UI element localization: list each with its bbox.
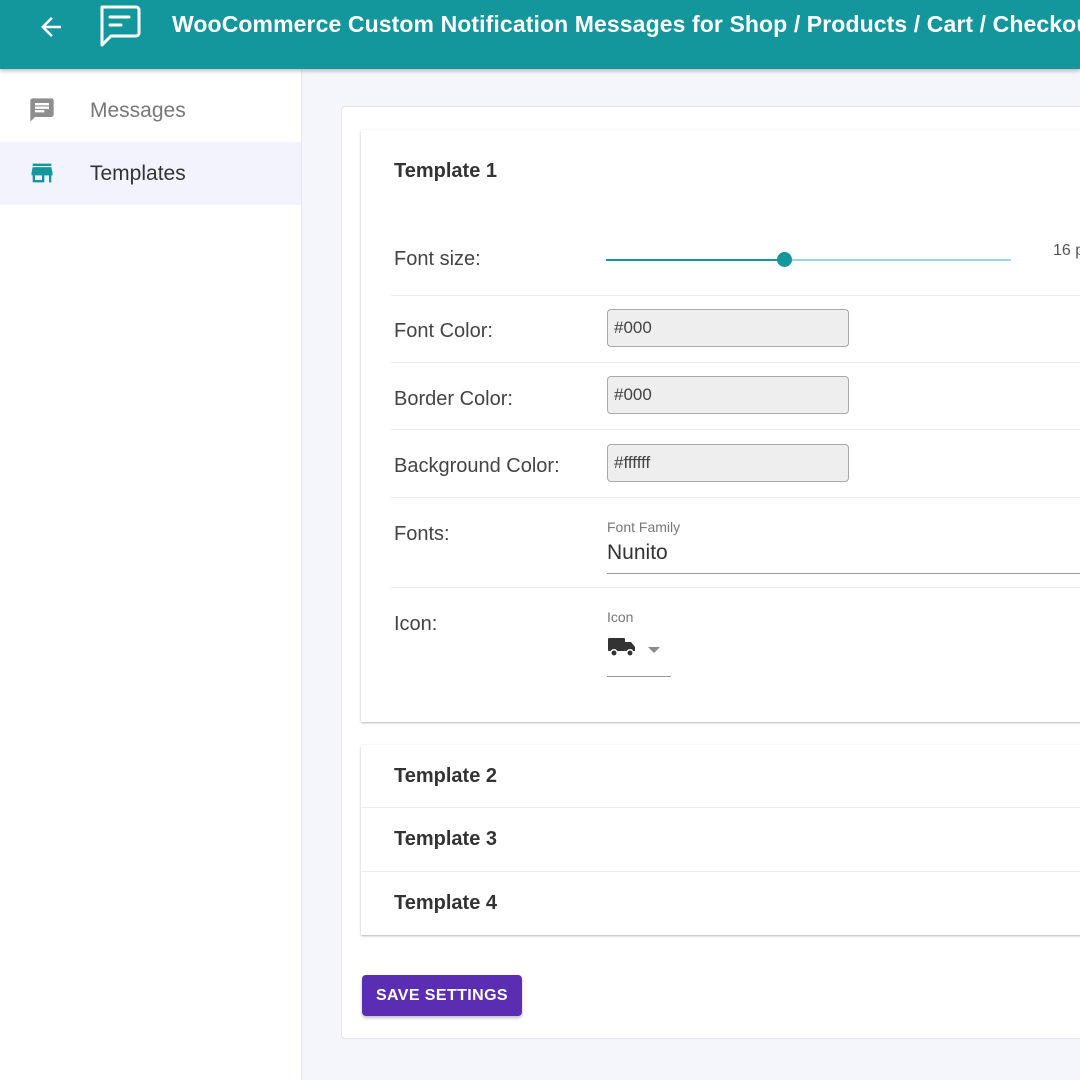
font-size-value: 16 px (1053, 242, 1080, 259)
border-color-input[interactable] (607, 376, 849, 414)
background-color-label: Background Color: (394, 455, 560, 477)
page-title: WooCommerce Custom Notification Messages… (172, 11, 1080, 37)
slider-track (606, 259, 785, 261)
icon-underline (607, 676, 671, 677)
border-color-label: Border Color: (394, 388, 513, 410)
template-2-panel[interactable]: Template 2 (361, 745, 1080, 807)
sidebar-item-messages[interactable]: Messages (0, 79, 301, 142)
save-settings-button[interactable]: SAVE SETTINGS (362, 975, 522, 1016)
sidebar-item-templates[interactable]: Templates (0, 142, 301, 205)
divider (391, 587, 1080, 588)
sidebar-item-label: Templates (90, 162, 186, 185)
store-icon (31, 163, 53, 183)
font-family-underline (607, 573, 1080, 574)
template-3-header[interactable]: Template 3 (394, 828, 497, 851)
font-color-input[interactable] (607, 309, 849, 347)
template-4-header[interactable]: Template 4 (394, 892, 497, 915)
font-family-field-label: Font Family (607, 519, 681, 535)
icon-label: Icon: (394, 613, 438, 635)
font-size-slider[interactable] (606, 252, 1011, 267)
fonts-label: Fonts: (394, 523, 450, 545)
divider (391, 429, 1080, 430)
divider (391, 497, 1080, 498)
icon-field-label: Icon (607, 609, 634, 625)
truck-icon (608, 638, 635, 657)
back-arrow-icon[interactable] (36, 12, 66, 42)
font-size-label: Font size: (394, 248, 481, 270)
chat-message-icon (30, 98, 54, 122)
sidebar: Messages Templates (0, 69, 302, 1080)
chevron-down-icon (648, 647, 660, 653)
collapsed-templates-list: Template 2 Template 3 Template 4 (361, 745, 1080, 935)
template-2-header[interactable]: Template 2 (394, 765, 497, 788)
template-1-panel: Template 1 Font size: 16 px Font Color: … (361, 130, 1080, 722)
template-4-panel[interactable]: Template 4 (361, 872, 1080, 935)
divider (391, 295, 1080, 296)
template-1-header[interactable]: Template 1 (394, 160, 497, 183)
sidebar-item-label: Messages (90, 99, 186, 122)
font-family-value: Nunito (607, 541, 668, 564)
template-3-panel[interactable]: Template 3 (361, 808, 1080, 871)
app-bar: WooCommerce Custom Notification Messages… (0, 0, 1080, 69)
font-color-label: Font Color: (394, 320, 493, 342)
slider-thumb[interactable] (777, 252, 793, 267)
background-color-input[interactable] (607, 444, 849, 482)
divider (391, 362, 1080, 363)
chat-logo-icon (100, 5, 141, 47)
